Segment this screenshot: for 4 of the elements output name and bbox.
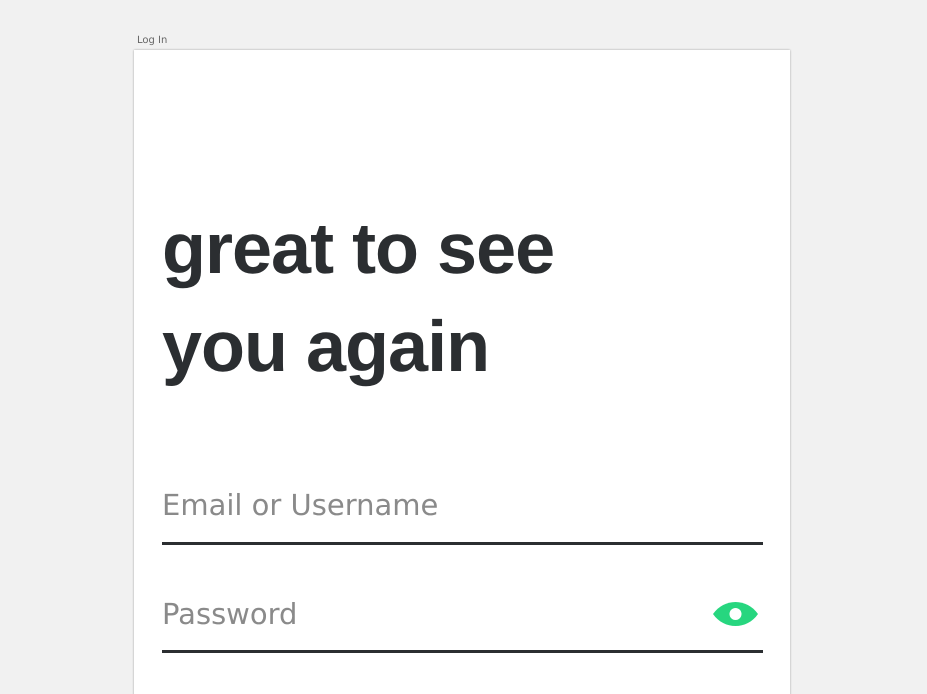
input-field[interactable]: Email or Username xyxy=(162,476,763,536)
input-field[interactable]: Password xyxy=(162,584,712,644)
page-label: Log In xyxy=(137,36,168,48)
heading: great to see you again xyxy=(162,208,556,389)
